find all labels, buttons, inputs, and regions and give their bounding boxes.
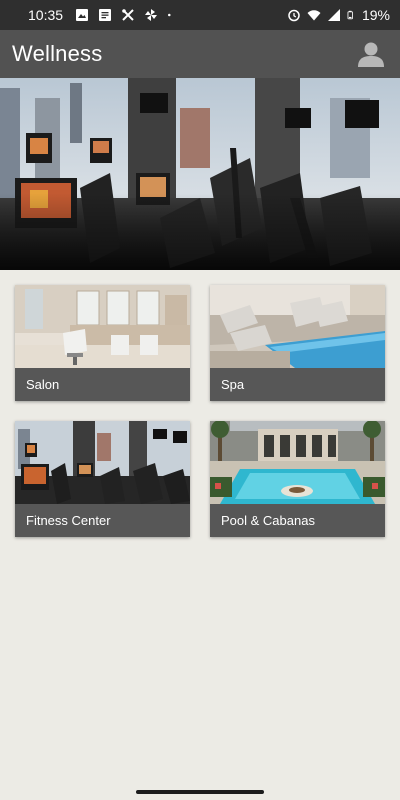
wellness-tiles: Salon Spa Fitness Center Pool & Cabanas <box>15 285 385 537</box>
battery-icon <box>347 10 353 20</box>
tools-icon <box>122 9 134 21</box>
tile-label: Spa <box>210 368 385 401</box>
app-bar: Wellness <box>0 30 400 78</box>
pinwheel-icon <box>145 9 158 21</box>
hero-fitness-image <box>0 78 400 270</box>
hero-banner <box>0 78 400 270</box>
wifi-icon <box>307 10 321 21</box>
signal-icon <box>327 9 340 21</box>
status-time: 10:35 <box>28 7 64 23</box>
alarm-icon <box>288 9 300 22</box>
tile-spa[interactable]: Spa <box>210 285 385 401</box>
home-indicator[interactable] <box>136 790 264 794</box>
message-icon <box>99 9 112 21</box>
tile-label: Fitness Center <box>15 504 190 537</box>
status-bar: 10:35 19% <box>0 0 400 30</box>
tile-salon[interactable]: Salon <box>15 285 190 401</box>
system-icons: 19% <box>287 7 390 23</box>
spa-image <box>210 285 385 368</box>
image-icon <box>76 9 89 21</box>
tile-pool-cabanas[interactable]: Pool & Cabanas <box>210 421 385 537</box>
battery-percent: 19% <box>361 7 390 23</box>
tile-fitness-center[interactable]: Fitness Center <box>15 421 190 537</box>
dot-icon <box>168 13 171 17</box>
salon-image <box>15 285 190 368</box>
tile-label: Pool & Cabanas <box>210 504 385 537</box>
account-icon <box>358 42 384 67</box>
profile-button[interactable] <box>354 37 388 71</box>
notification-icons <box>75 8 175 22</box>
tile-label: Salon <box>15 368 190 401</box>
page-title: Wellness <box>12 41 103 66</box>
pool-cabanas-image <box>210 421 385 504</box>
fitness-center-image <box>15 421 190 504</box>
